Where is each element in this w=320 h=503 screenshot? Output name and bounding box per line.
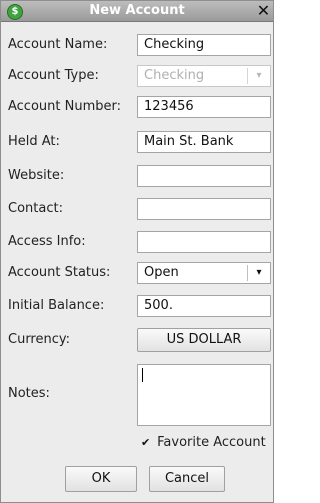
favorite-account-label: Favorite Account	[157, 435, 266, 450]
new-account-dialog: $ New Account ✕ Account Name: Checking A…	[0, 0, 274, 503]
account-number-row: Account Number: 123456	[1, 96, 273, 118]
contact-input[interactable]	[137, 198, 271, 220]
close-icon[interactable]: ✕	[256, 3, 271, 19]
account-type-select[interactable]: Checking ▾	[137, 65, 271, 87]
favorite-account-checkbox[interactable]: ✔ Favorite Account	[141, 434, 266, 452]
cancel-button[interactable]: Cancel	[149, 466, 225, 492]
account-type-row: Account Type: Checking ▾	[1, 65, 273, 87]
account-name-row: Account Name: Checking	[1, 34, 273, 56]
title-bar[interactable]: $ New Account ✕	[1, 1, 273, 22]
account-name-input[interactable]: Checking	[137, 34, 271, 56]
currency-row: Currency: US DOLLAR	[1, 328, 273, 352]
chevron-down-icon: ▾	[247, 265, 270, 281]
notes-label: Notes:	[8, 386, 50, 401]
ok-button[interactable]: OK	[65, 466, 137, 492]
website-label: Website:	[8, 168, 65, 183]
access-info-row: Access Info:	[1, 231, 273, 253]
account-status-select[interactable]: Open ▾	[137, 262, 271, 284]
account-name-label: Account Name:	[8, 37, 108, 52]
contact-label: Contact:	[8, 201, 63, 216]
account-type-label: Account Type:	[8, 68, 99, 83]
window-title: New Account	[89, 3, 185, 18]
contact-row: Contact:	[1, 198, 273, 220]
held-at-label: Held At:	[8, 134, 60, 149]
initial-balance-row: Initial Balance: 500.	[1, 295, 273, 317]
website-input[interactable]	[137, 165, 271, 187]
currency-label: Currency:	[8, 332, 71, 347]
account-status-value: Open	[144, 265, 179, 280]
notes-textarea[interactable]	[137, 364, 271, 426]
currency-button[interactable]: US DOLLAR	[137, 328, 271, 352]
held-at-input[interactable]: Main St. Bank	[137, 131, 271, 153]
access-info-input[interactable]	[137, 231, 271, 253]
account-status-row: Account Status: Open ▾	[1, 262, 273, 284]
access-info-label: Access Info:	[8, 234, 86, 249]
account-number-label: Account Number:	[8, 99, 121, 114]
account-type-value: Checking	[144, 68, 205, 83]
initial-balance-label: Initial Balance:	[8, 298, 105, 313]
account-number-input[interactable]: 123456	[137, 96, 271, 118]
checkmark-icon: ✔	[141, 436, 151, 449]
held-at-row: Held At: Main St. Bank	[1, 131, 273, 153]
chevron-down-icon: ▾	[247, 68, 270, 84]
website-row: Website:	[1, 165, 273, 187]
text-caret	[142, 368, 143, 382]
initial-balance-input[interactable]: 500.	[137, 295, 271, 317]
account-status-label: Account Status:	[8, 265, 111, 280]
